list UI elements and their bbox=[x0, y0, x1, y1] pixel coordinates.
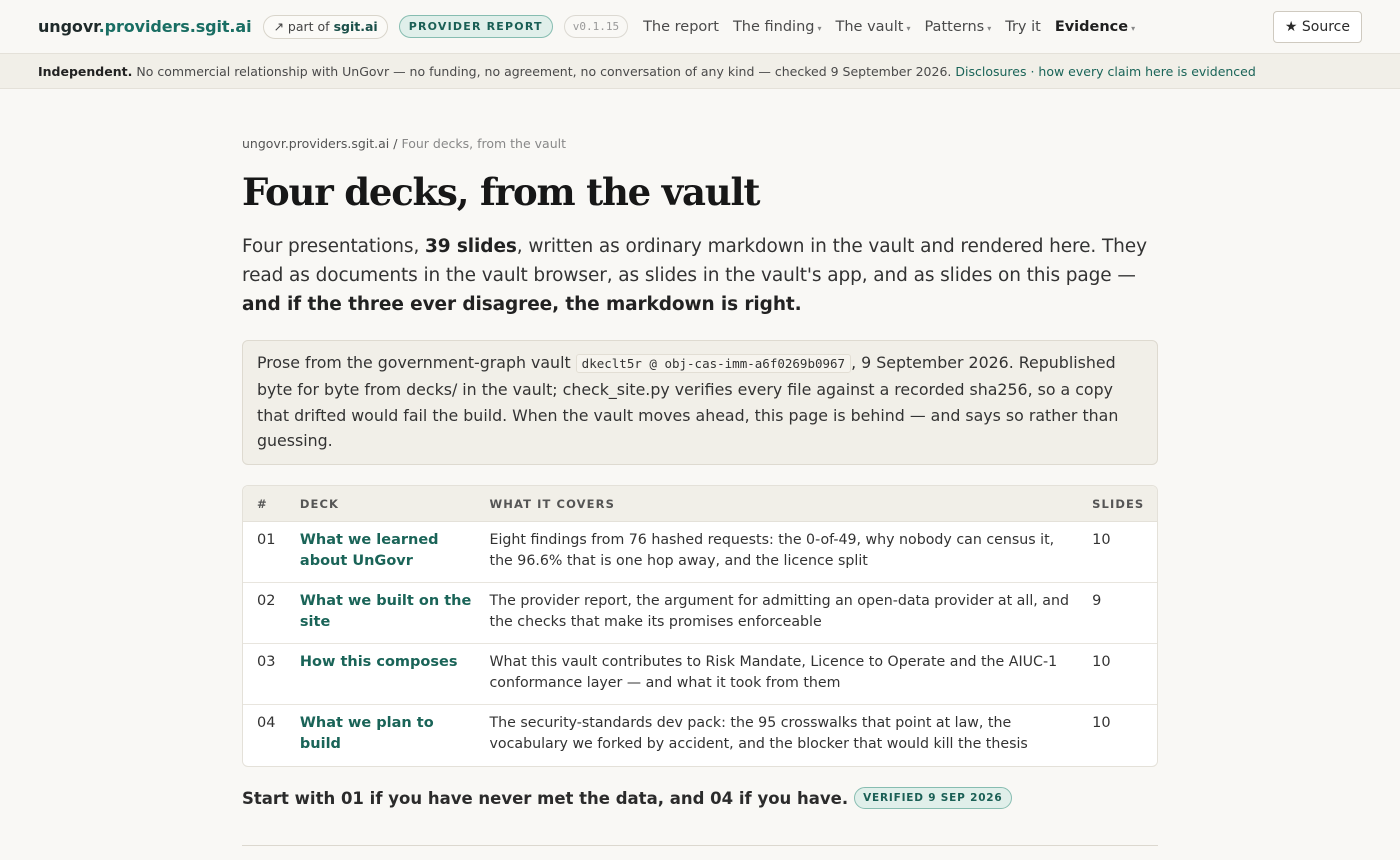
part-of-site: sgit.ai bbox=[333, 19, 378, 34]
notice-text: No commercial relationship with UnGovr —… bbox=[136, 63, 952, 79]
disclosures-link[interactable]: Disclosures · how every claim here is ev… bbox=[955, 64, 1255, 79]
row-num: 04 bbox=[257, 715, 276, 732]
independence-notice: Independent. No commercial relationship … bbox=[0, 54, 1400, 89]
row-description: The provider report, the argument for ad… bbox=[489, 593, 1069, 631]
chevron-down-icon: ▾ bbox=[817, 23, 822, 33]
header-num: # bbox=[257, 496, 268, 511]
lead-paragraph: Four presentations, 39 slides, written a… bbox=[242, 232, 1158, 319]
brand-name: ungovr bbox=[38, 17, 99, 36]
breadcrumb-separator: / bbox=[389, 136, 402, 151]
main-nav: The report The finding ▾ The vault ▾ Pat… bbox=[636, 19, 1142, 35]
nav-patterns[interactable]: Patterns ▾ bbox=[924, 19, 991, 35]
row-description: Eight findings from 76 hashed requests: … bbox=[489, 532, 1055, 570]
nav-try-it[interactable]: Try it bbox=[1005, 19, 1041, 35]
row-num: 03 bbox=[257, 654, 276, 671]
page-title: Four decks, from the vault bbox=[242, 170, 760, 214]
reading-advice-text: Start with 01 if you have never met the … bbox=[242, 788, 849, 808]
deck-link[interactable]: What we learned about UnGovr bbox=[300, 530, 490, 582]
row-slides: 10 bbox=[1092, 654, 1111, 671]
nav-the-report[interactable]: The report bbox=[643, 19, 719, 35]
breadcrumb-root-link[interactable]: ungovr.providers.sgit.ai bbox=[242, 136, 389, 151]
table-row: 03 How this composes What this vault con… bbox=[243, 644, 1157, 706]
chevron-down-icon: ▾ bbox=[1131, 23, 1136, 33]
part-of-prefix: ↗ part of bbox=[273, 19, 330, 34]
nav-label: The finding bbox=[732, 18, 815, 35]
table-row: 04 What we plan to build The security-st… bbox=[243, 705, 1157, 766]
header-deck: DECK bbox=[299, 496, 340, 511]
notice-strong: Independent. bbox=[38, 63, 133, 79]
deck-link[interactable]: What we plan to build bbox=[300, 713, 490, 766]
deck-link[interactable]: How this composes bbox=[300, 652, 490, 704]
verified-badge: VERIFIED 9 SEP 2026 bbox=[854, 787, 1012, 810]
table-header-row: # DECK WHAT IT COVERS SLIDES bbox=[243, 486, 1157, 523]
provenance-text-1: Prose from the government-graph vault bbox=[257, 353, 576, 372]
nav-label: Try it bbox=[1005, 18, 1041, 35]
top-navigation-bar: ungovr.providers.sgit.ai ↗ part of sgit.… bbox=[0, 0, 1400, 54]
decks-table: # DECK WHAT IT COVERS SLIDES 01 What we … bbox=[242, 485, 1158, 768]
breadcrumb-current: Four decks, from the vault bbox=[401, 136, 566, 151]
row-num: 02 bbox=[257, 593, 276, 610]
lead-emphasis: and if the three ever disagree, the mark… bbox=[242, 294, 802, 315]
vault-commit-code: dkeclt5r @ obj-cas-imm-a6f0269b0967 bbox=[575, 354, 852, 373]
deck-link[interactable]: What we built on the site bbox=[300, 591, 490, 643]
brand-logo-link[interactable]: ungovr.providers.sgit.ai bbox=[38, 17, 252, 36]
row-slides: 10 bbox=[1092, 715, 1111, 732]
row-description: What this vault contributes to Risk Mand… bbox=[489, 654, 1058, 692]
row-num: 01 bbox=[257, 532, 276, 549]
reading-advice: Start with 01 if you have never met the … bbox=[242, 787, 1158, 810]
nav-the-finding[interactable]: The finding ▾ bbox=[733, 19, 822, 35]
section-divider bbox=[242, 845, 1158, 846]
lead-slide-count: 39 slides bbox=[425, 236, 517, 257]
table-row: 01 What we learned about UnGovr Eight fi… bbox=[243, 522, 1157, 584]
brand-domain: .providers.sgit.ai bbox=[98, 17, 252, 36]
row-description: The security-standards dev pack: the 95 … bbox=[489, 715, 1028, 753]
header-slides: SLIDES bbox=[1092, 496, 1145, 511]
nav-label: The vault bbox=[835, 18, 904, 35]
breadcrumb: ungovr.providers.sgit.ai / Four decks, f… bbox=[242, 136, 1158, 151]
nav-evidence[interactable]: Evidence ▾ bbox=[1055, 19, 1135, 35]
table-row: 02 What we built on the site The provide… bbox=[243, 583, 1157, 645]
source-button[interactable]: ★ Source bbox=[1272, 11, 1362, 43]
chevron-down-icon: ▾ bbox=[906, 23, 911, 33]
row-slides: 9 bbox=[1092, 593, 1102, 610]
chevron-down-icon: ▾ bbox=[987, 23, 992, 33]
header-what: WHAT IT COVERS bbox=[489, 496, 615, 511]
nav-label: The report bbox=[643, 18, 719, 35]
nav-the-vault[interactable]: The vault ▾ bbox=[836, 19, 911, 35]
part-of-sgit-link[interactable]: ↗ part of sgit.ai bbox=[263, 14, 388, 39]
main-content: ungovr.providers.sgit.ai / Four decks, f… bbox=[242, 89, 1158, 810]
version-badge: v0.1.15 bbox=[563, 15, 629, 38]
nav-label: Evidence bbox=[1054, 18, 1129, 35]
row-slides: 10 bbox=[1092, 532, 1111, 549]
provider-report-badge: PROVIDER REPORT bbox=[398, 15, 553, 38]
nav-label: Patterns bbox=[924, 18, 985, 35]
lead-text-1: Four presentations, bbox=[242, 236, 426, 257]
provenance-note: Prose from the government-graph vault dk… bbox=[242, 340, 1158, 466]
